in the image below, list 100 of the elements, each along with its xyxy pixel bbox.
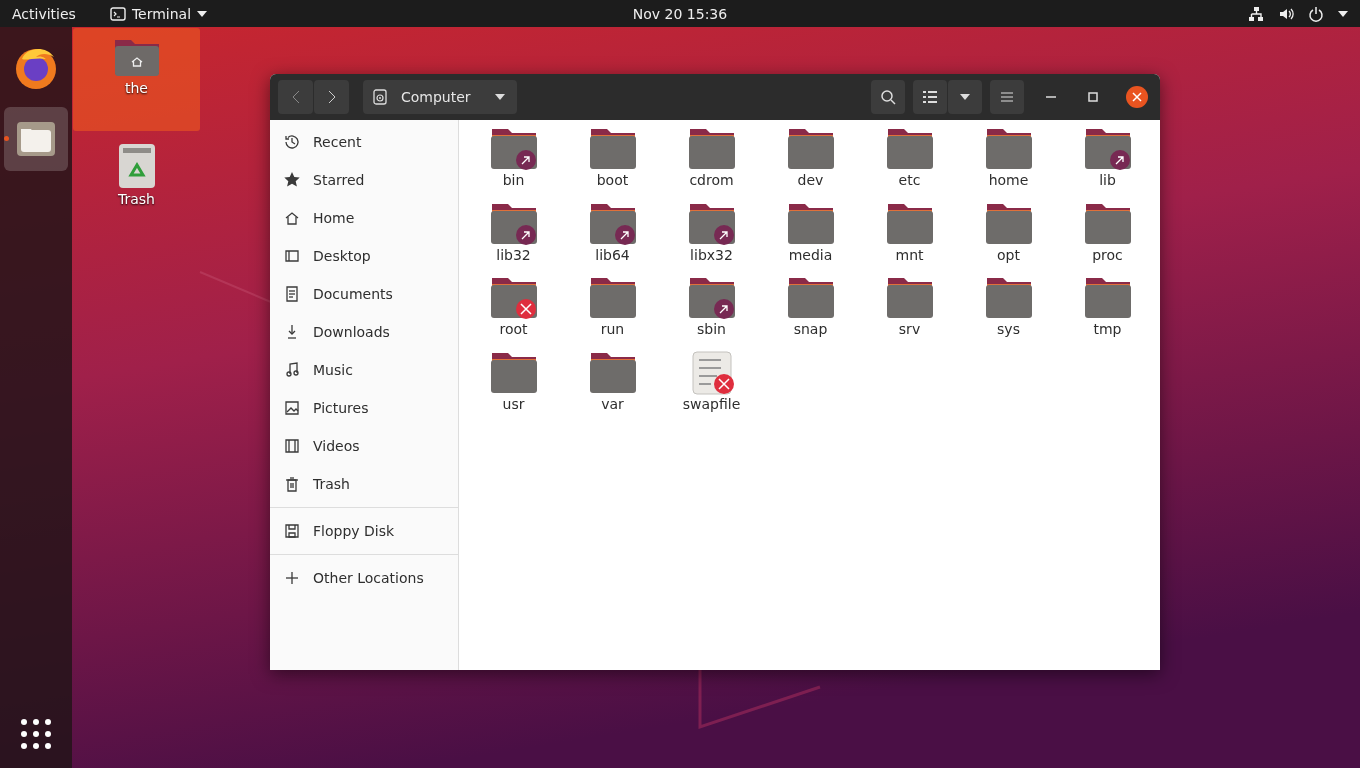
list-icon — [923, 91, 937, 103]
plus-icon — [283, 569, 301, 587]
caret-icon[interactable] — [1338, 10, 1348, 17]
file-item[interactable]: etc — [860, 127, 959, 202]
folder-icon — [786, 201, 835, 246]
sidebar-item[interactable]: Other Locations — [270, 559, 458, 597]
file-item[interactable]: cdrom — [662, 127, 761, 202]
folder-icon — [16, 121, 56, 157]
folder-icon — [489, 201, 538, 246]
activities-button[interactable]: Activities — [12, 5, 76, 22]
chevron-right-icon — [327, 90, 336, 104]
sidebar-item[interactable]: Pictures — [270, 389, 458, 427]
close-icon — [1132, 92, 1142, 102]
sidebar-item[interactable]: Desktop — [270, 237, 458, 275]
file-item[interactable]: snap — [761, 276, 860, 351]
trash-icon — [283, 475, 301, 493]
folder-icon — [786, 127, 835, 171]
sidebar-item[interactable]: Starred — [270, 161, 458, 199]
close-button[interactable] — [1126, 86, 1148, 108]
running-indicator — [4, 136, 9, 141]
terminal-icon — [109, 6, 126, 21]
location-button[interactable]: Computer — [363, 80, 517, 114]
dock-item[interactable] — [4, 107, 68, 171]
file-item[interactable]: media — [761, 201, 860, 276]
view-button[interactable] — [913, 80, 947, 114]
folder-icon — [885, 276, 934, 320]
search-button[interactable] — [871, 80, 905, 114]
file-item[interactable]: lib — [1058, 127, 1157, 202]
sidebar-item[interactable]: Documents — [270, 275, 458, 313]
folder-icon — [687, 276, 736, 320]
file-item[interactable]: boot — [563, 127, 662, 202]
file-item[interactable]: libx32 — [662, 201, 761, 276]
folder-icon — [984, 276, 1033, 320]
file-item[interactable]: sbin — [662, 276, 761, 351]
picture-icon — [283, 399, 301, 417]
sidebar-item[interactable]: Floppy Disk — [270, 512, 458, 550]
desktop-icon[interactable]: the — [73, 28, 200, 131]
view-options-button[interactable] — [948, 80, 982, 114]
file-item[interactable]: var — [563, 350, 662, 425]
file-item[interactable]: mnt — [860, 201, 959, 276]
file-item[interactable]: lib64 — [563, 201, 662, 276]
sidebar-item[interactable]: Trash — [270, 465, 458, 503]
sidebar-item[interactable]: Videos — [270, 427, 458, 465]
folder-icon — [588, 350, 637, 395]
star-icon — [283, 171, 301, 189]
menu-icon — [1001, 92, 1013, 102]
file-item[interactable]: usr — [464, 350, 563, 425]
folder-icon — [588, 127, 637, 171]
caret-icon — [197, 10, 208, 17]
recent-icon — [283, 133, 301, 151]
folder-icon — [885, 201, 934, 246]
folder-icon — [489, 350, 538, 395]
folder-icon — [1083, 127, 1132, 171]
sidebar-item[interactable]: Recent — [270, 123, 458, 161]
sidebar-item[interactable]: Downloads — [270, 313, 458, 351]
file-item[interactable]: root — [464, 276, 563, 351]
folder-icon — [489, 127, 538, 171]
folder-icon — [687, 201, 736, 246]
chevron-left-icon — [291, 90, 300, 104]
file-item[interactable]: swapfile — [662, 350, 761, 425]
sidebar-item[interactable]: Music — [270, 351, 458, 389]
caret-icon — [960, 94, 970, 100]
desktop-icon[interactable]: Trash — [73, 135, 200, 238]
file-item[interactable]: dev — [761, 127, 860, 202]
file-item[interactable]: home — [959, 127, 1058, 202]
file-item[interactable]: srv — [860, 276, 959, 351]
file-item[interactable]: tmp — [1058, 276, 1157, 351]
file-item[interactable]: bin — [464, 127, 563, 202]
trash-icon — [117, 143, 156, 189]
power-icon[interactable] — [1308, 5, 1324, 22]
file-item[interactable]: opt — [959, 201, 1058, 276]
app-menu[interactable]: Terminal — [109, 5, 208, 22]
sidebar-item[interactable]: Home — [270, 199, 458, 237]
folder-icon — [588, 276, 637, 320]
file-item[interactable]: sys — [959, 276, 1058, 351]
folder-icon — [588, 201, 637, 246]
app-grid-icon[interactable] — [20, 718, 52, 750]
folder-icon — [1083, 201, 1132, 246]
music-icon — [283, 361, 301, 379]
network-icon[interactable] — [1248, 5, 1264, 22]
clock[interactable]: Nov 20 15:36 — [632, 5, 728, 22]
caret-icon — [494, 94, 505, 100]
minimize-icon — [1046, 96, 1056, 98]
menu-button[interactable] — [990, 80, 1024, 114]
document-icon — [283, 285, 301, 303]
folder-icon — [984, 201, 1033, 246]
folder-icon — [1083, 276, 1132, 320]
folder-icon — [984, 127, 1033, 171]
folder-icon — [687, 127, 736, 171]
folder-icon — [885, 127, 934, 171]
desktop-icon — [283, 247, 301, 265]
search-icon — [880, 89, 896, 105]
folder-icon — [489, 276, 538, 320]
maximize-icon — [1088, 92, 1098, 102]
file-item[interactable]: lib32 — [464, 201, 563, 276]
file-item[interactable]: run — [563, 276, 662, 351]
folder-icon — [786, 276, 835, 320]
drive-icon — [373, 89, 387, 105]
video-icon — [283, 437, 301, 455]
file-item[interactable]: proc — [1058, 201, 1157, 276]
